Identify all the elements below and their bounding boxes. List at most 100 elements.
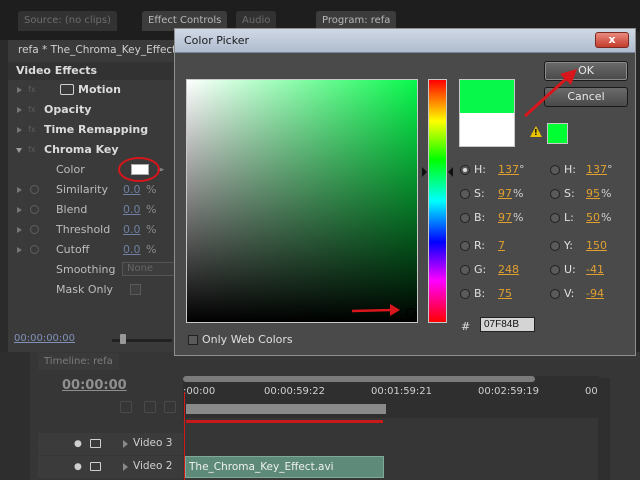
fx-icon[interactable]: fx: [28, 85, 38, 94]
set-marker-icon[interactable]: [144, 401, 156, 413]
effect-motion[interactable]: fx Motion: [8, 80, 178, 99]
tab-source[interactable]: Source: (no clips): [18, 11, 117, 31]
original-color-swatch[interactable]: [459, 113, 515, 147]
radio-y[interactable]: [550, 241, 560, 251]
smoothing-dropdown[interactable]: None: [122, 262, 176, 276]
sync-lock-icon[interactable]: [90, 462, 101, 471]
color-field-marker[interactable]: [406, 308, 416, 318]
radio-v[interactable]: [550, 289, 560, 299]
hsb-b-value[interactable]: 97: [498, 211, 512, 224]
stopwatch-icon[interactable]: [30, 185, 39, 194]
hex-input[interactable]: [480, 317, 535, 332]
label-y: Y:: [564, 239, 573, 252]
tab-timeline[interactable]: Timeline: refa: [38, 353, 119, 370]
saturation-brightness-field[interactable]: [186, 79, 418, 323]
hsb-h-unit: °: [519, 163, 525, 176]
hex-hash-label: #: [461, 320, 471, 333]
hue-slider-left-arrow-icon[interactable]: [422, 167, 427, 177]
rgb-b-value[interactable]: 75: [498, 287, 512, 300]
expand-triangle-icon[interactable]: [17, 187, 22, 193]
stopwatch-icon[interactable]: [30, 205, 39, 214]
eye-icon[interactable]: ●: [74, 462, 82, 472]
video-effects-header: Video Effects: [8, 62, 178, 80]
radio-hsl-saturation[interactable]: [550, 189, 560, 199]
radio-brightness[interactable]: [460, 213, 470, 223]
hsb-s-value[interactable]: 97: [498, 187, 512, 200]
hsl-h-value[interactable]: 137: [586, 163, 607, 176]
cutoff-unit: %: [146, 243, 157, 256]
expand-triangle-icon[interactable]: [123, 463, 128, 471]
label-saturation: S:: [474, 187, 485, 200]
timeline-scrollbar[interactable]: [598, 378, 610, 480]
prop-similarity: Similarity 0.0 %: [8, 180, 178, 199]
radio-blue[interactable]: [460, 289, 470, 299]
prop-blend-label: Blend: [56, 203, 88, 216]
expand-triangle-icon[interactable]: [17, 87, 22, 93]
label-v: V:: [564, 287, 575, 300]
snap-icon[interactable]: [120, 401, 132, 413]
rgb-g-value[interactable]: 248: [498, 263, 519, 276]
eye-icon[interactable]: ●: [74, 439, 82, 449]
radio-green[interactable]: [460, 265, 470, 275]
close-button[interactable]: x: [595, 32, 629, 48]
new-color-swatch: [459, 79, 515, 113]
expand-triangle-icon[interactable]: [17, 207, 22, 213]
similarity-value[interactable]: 0.0: [123, 180, 141, 199]
collapse-triangle-icon[interactable]: [16, 148, 22, 153]
fx-icon[interactable]: fx: [28, 145, 38, 154]
radio-hue[interactable]: [460, 165, 470, 175]
expand-triangle-icon[interactable]: [123, 440, 128, 448]
stopwatch-icon[interactable]: [30, 245, 39, 254]
label-red: R:: [474, 239, 486, 252]
hue-slider[interactable]: [428, 79, 447, 323]
expand-triangle-icon[interactable]: [17, 227, 22, 233]
ruler-tick-label: :00:00: [183, 386, 216, 397]
gamut-corrected-swatch[interactable]: [547, 123, 568, 144]
stopwatch-icon[interactable]: [30, 225, 39, 234]
add-marker-icon[interactable]: [164, 401, 176, 413]
radio-saturation[interactable]: [460, 189, 470, 199]
prop-smoothing-label: Smoothing: [56, 263, 116, 276]
fx-icon[interactable]: fx: [28, 125, 38, 134]
highlight-circle-annotation: [118, 157, 160, 182]
playhead[interactable]: [184, 392, 185, 480]
threshold-value[interactable]: 0.0: [123, 220, 141, 239]
radio-u[interactable]: [550, 265, 560, 275]
zoom-slider-thumb[interactable]: [120, 334, 126, 344]
ok-button[interactable]: OK: [544, 61, 628, 81]
hsl-l-value[interactable]: 50: [586, 211, 600, 224]
cancel-button[interactable]: Cancel: [544, 87, 628, 107]
hsb-h-value[interactable]: 137: [498, 163, 519, 176]
work-area-bar[interactable]: [186, 404, 386, 414]
effect-chroma-key[interactable]: fx Chroma Key: [8, 140, 178, 159]
timeline-timecode[interactable]: 00:00:00: [62, 378, 127, 393]
yuv-v-value[interactable]: -94: [586, 287, 604, 300]
effect-motion-label: Motion: [78, 83, 121, 96]
viewing-area-bar[interactable]: [183, 376, 535, 382]
effect-controls-timecode[interactable]: 00:00:00:00: [14, 333, 75, 344]
effect-opacity[interactable]: fx Opacity: [8, 100, 178, 119]
hue-slider-right-arrow-icon[interactable]: [448, 167, 453, 177]
radio-hsl-hue[interactable]: [550, 165, 560, 175]
rgb-r-value[interactable]: 7: [498, 239, 505, 252]
mask-only-checkbox[interactable]: [130, 284, 141, 295]
label-hsl-hue: H:: [564, 163, 576, 176]
sync-lock-icon[interactable]: [90, 439, 101, 448]
radio-lightness[interactable]: [550, 213, 560, 223]
effect-time-remapping[interactable]: fx Time Remapping: [8, 120, 178, 139]
only-web-colors-checkbox[interactable]: [188, 335, 198, 345]
blend-value[interactable]: 0.0: [123, 200, 141, 219]
hsl-s-value[interactable]: 95: [586, 187, 600, 200]
radio-red[interactable]: [460, 241, 470, 251]
ruler-tick-label: 00:00:59:22: [264, 386, 326, 397]
expand-triangle-icon[interactable]: [17, 247, 22, 253]
expand-triangle-icon[interactable]: [17, 107, 22, 113]
track-name: Video 3: [133, 437, 173, 449]
cutoff-value[interactable]: 0.0: [123, 240, 141, 259]
threshold-unit: %: [146, 223, 157, 236]
yuv-u-value[interactable]: -41: [586, 263, 604, 276]
expand-triangle-icon[interactable]: [17, 127, 22, 133]
timeline-clip[interactable]: The_Chroma_Key_Effect.avi: [185, 456, 384, 478]
yuv-y-value[interactable]: 150: [586, 239, 607, 252]
fx-icon[interactable]: fx: [28, 105, 38, 114]
